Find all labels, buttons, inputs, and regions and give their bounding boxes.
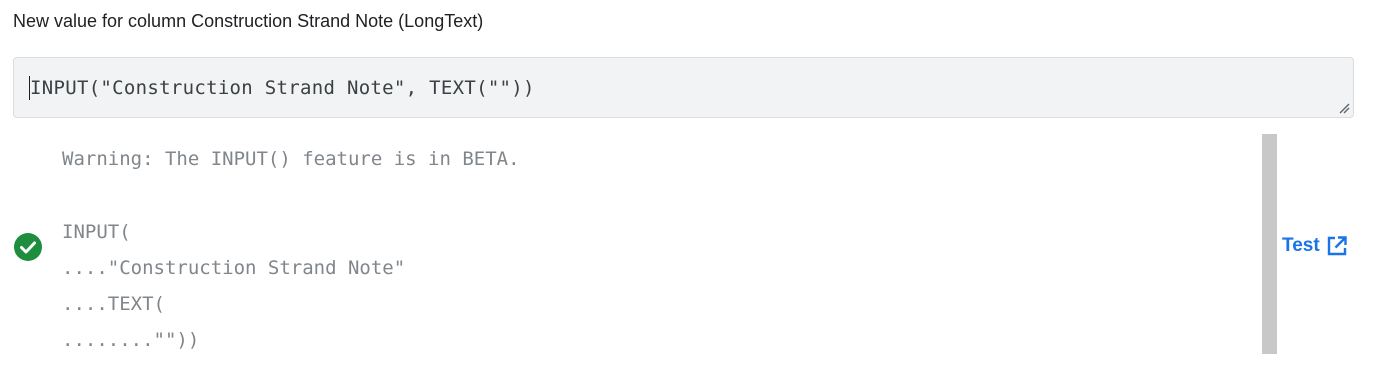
code-line: ........"")) — [62, 329, 200, 351]
test-button-label: Test — [1282, 235, 1320, 256]
test-button[interactable]: Test — [1282, 235, 1348, 257]
resize-handle-icon[interactable] — [1338, 102, 1350, 114]
code-line: ...."Construction Strand Note" — [62, 257, 406, 279]
code-line: INPUT( — [62, 221, 131, 243]
beta-warning-text: Warning: The INPUT() feature is in BETA. — [62, 148, 520, 170]
scrollbar[interactable] — [1262, 134, 1277, 354]
expression-result-panel: Warning: The INPUT() feature is in BETA.… — [0, 134, 1377, 356]
column-value-title: New value for column Construction Strand… — [13, 11, 484, 31]
check-circle-icon — [14, 233, 42, 261]
formatted-expression: INPUT( ...."Construction Strand Note" ..… — [62, 220, 405, 364]
expression-editor[interactable]: INPUT("Construction Strand Note", TEXT("… — [13, 57, 1354, 118]
code-line: ....TEXT( — [62, 293, 165, 315]
open-in-new-icon — [1327, 236, 1347, 256]
expression-input-value[interactable]: INPUT("Construction Strand Note", TEXT("… — [30, 77, 535, 99]
